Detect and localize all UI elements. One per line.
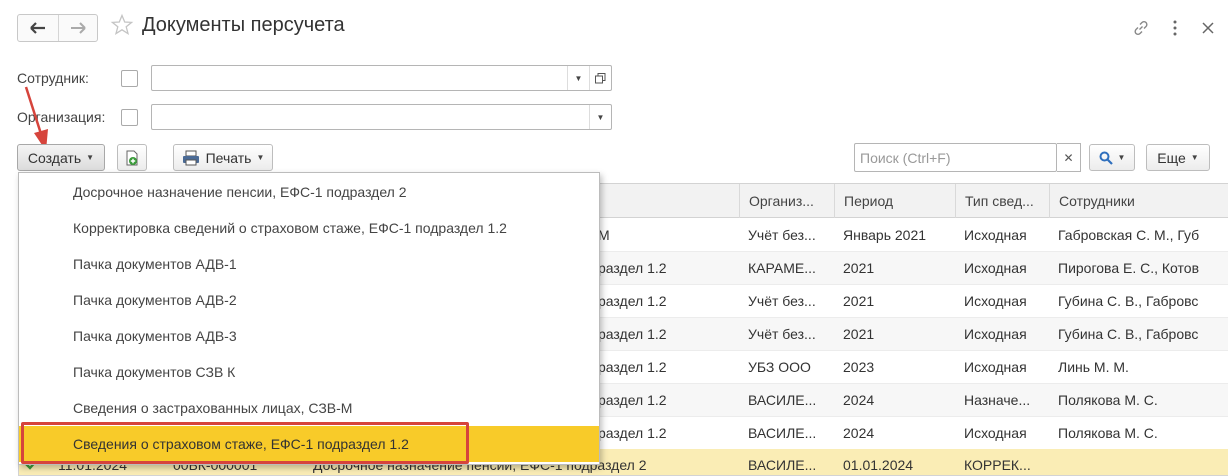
add-document-button[interactable]	[117, 144, 147, 171]
organization-dropdown-button[interactable]: ▼	[589, 105, 611, 129]
cell-organization: Учёт без...	[748, 227, 816, 243]
menu-item[interactable]: Пачка документов АДВ-3	[19, 318, 599, 354]
search-input[interactable]: Поиск (Ctrl+F)	[854, 143, 1057, 172]
cell-document: раздел 1.2	[598, 359, 667, 375]
cell-organization: УБЗ ООО	[748, 359, 811, 375]
back-button[interactable]	[18, 15, 58, 41]
organization-field[interactable]: ▼	[151, 104, 612, 130]
employee-input[interactable]	[152, 66, 567, 90]
cell-document: раздел 1.2	[598, 293, 667, 309]
cell-document: раздел 1.2	[598, 425, 667, 441]
cell-organization: ВАСИЛЕ...	[748, 457, 817, 473]
annotation-highlight-box	[21, 422, 469, 464]
link-icon[interactable]	[1130, 17, 1152, 39]
column-header-organization[interactable]: Организ...	[739, 184, 834, 218]
cell-organization: Учёт без...	[748, 293, 816, 309]
print-button-label: Печать	[205, 149, 252, 166]
cell-employees	[1049, 449, 1228, 475]
column-header-period[interactable]: Период	[834, 184, 955, 218]
employee-checkbox[interactable]	[121, 70, 138, 87]
cell-organization: ВАСИЛЕ...	[748, 425, 817, 441]
cell-type: Исходная	[964, 425, 1027, 441]
employee-dropdown-button[interactable]: ▼	[567, 66, 589, 90]
printer-icon	[182, 150, 199, 165]
menu-item[interactable]: Досрочное назначение пенсии, ЕФС-1 подра…	[19, 174, 599, 210]
cell-employees: Полякова М. С.	[1058, 392, 1158, 408]
menu-item[interactable]: Корректировка сведений о страховом стаже…	[19, 210, 599, 246]
search-icon	[1099, 151, 1113, 165]
cell-type: Исходная	[964, 227, 1027, 243]
cell-organization: КАРАМЕ...	[748, 260, 816, 276]
cell-period: 01.01.2024	[843, 457, 914, 473]
open-form-icon	[595, 72, 606, 83]
menu-item[interactable]: Пачка документов АДВ-2	[19, 282, 599, 318]
close-icon[interactable]	[1197, 17, 1219, 39]
arrow-left-icon	[29, 22, 45, 34]
cell-period: Январь 2021	[843, 227, 927, 243]
cell-type: Исходная	[964, 359, 1027, 375]
cell-organization: Учёт без...	[748, 326, 816, 342]
cell-period: 2021	[843, 293, 875, 309]
cell-document: раздел 1.2	[598, 392, 667, 408]
page-title: Документы персучета	[142, 14, 345, 36]
arrow-right-icon	[70, 22, 86, 34]
cell-period: 2024	[843, 392, 875, 408]
cell-employees: Губина С. В., Габровс	[1058, 293, 1199, 309]
cell-employees: Пирогова Е. С., Котов	[1058, 260, 1200, 276]
cell-period: 2023	[843, 359, 875, 375]
cell-period: 2021	[843, 326, 875, 342]
cell-type: Назначе...	[964, 392, 1031, 408]
organization-checkbox[interactable]	[121, 109, 138, 126]
cell-document: раздел 1.2	[598, 326, 667, 342]
cell-type: Исходная	[964, 326, 1027, 342]
cell-employees: Губина С. В., Габровс	[1058, 326, 1199, 342]
cell-type: КОРРЕК...	[964, 457, 1031, 473]
employee-field[interactable]: ▼	[151, 65, 612, 91]
menu-item[interactable]: Пачка документов СЗВ К	[19, 354, 599, 390]
doc-add-icon	[126, 150, 138, 165]
more-vertical-icon[interactable]	[1164, 17, 1186, 39]
search-button[interactable]: ▼	[1089, 144, 1135, 171]
create-button-label: Создать	[27, 149, 82, 166]
favorite-star-icon[interactable]	[110, 13, 134, 37]
cell-document: раздел 1.2	[598, 260, 667, 276]
cell-type: Исходная	[964, 260, 1027, 276]
more-button[interactable]: Еще ▼	[1146, 144, 1210, 171]
cell-organization: ВАСИЛЕ...	[748, 392, 817, 408]
create-button[interactable]: Создать ▼	[17, 144, 105, 171]
employee-open-button[interactable]	[589, 66, 611, 90]
menu-item[interactable]: Сведения о застрахованных лицах, СЗВ-М	[19, 390, 599, 426]
employee-label: Сотрудник:	[17, 70, 89, 86]
column-header-type[interactable]: Тип свед...	[955, 184, 1049, 218]
menu-item[interactable]: Пачка документов АДВ-1	[19, 246, 599, 282]
cell-period: 2021	[843, 260, 875, 276]
cell-employees: Габровская С. М., Губ	[1058, 227, 1200, 243]
organization-input[interactable]	[152, 105, 589, 129]
cell-document: М	[598, 227, 610, 243]
cell-type: Исходная	[964, 293, 1027, 309]
more-button-label: Еще	[1157, 149, 1186, 166]
print-button[interactable]: Печать ▼	[173, 144, 273, 171]
column-header-employees[interactable]: Сотрудники	[1049, 184, 1228, 218]
cell-employees: Линь М. М.	[1058, 359, 1129, 375]
cell-period: 2024	[843, 425, 875, 441]
nav-buttons	[17, 14, 98, 42]
cell-employees: Полякова М. С.	[1058, 425, 1158, 441]
search-clear-button[interactable]: ✕	[1057, 143, 1081, 172]
forward-button[interactable]	[57, 15, 98, 41]
